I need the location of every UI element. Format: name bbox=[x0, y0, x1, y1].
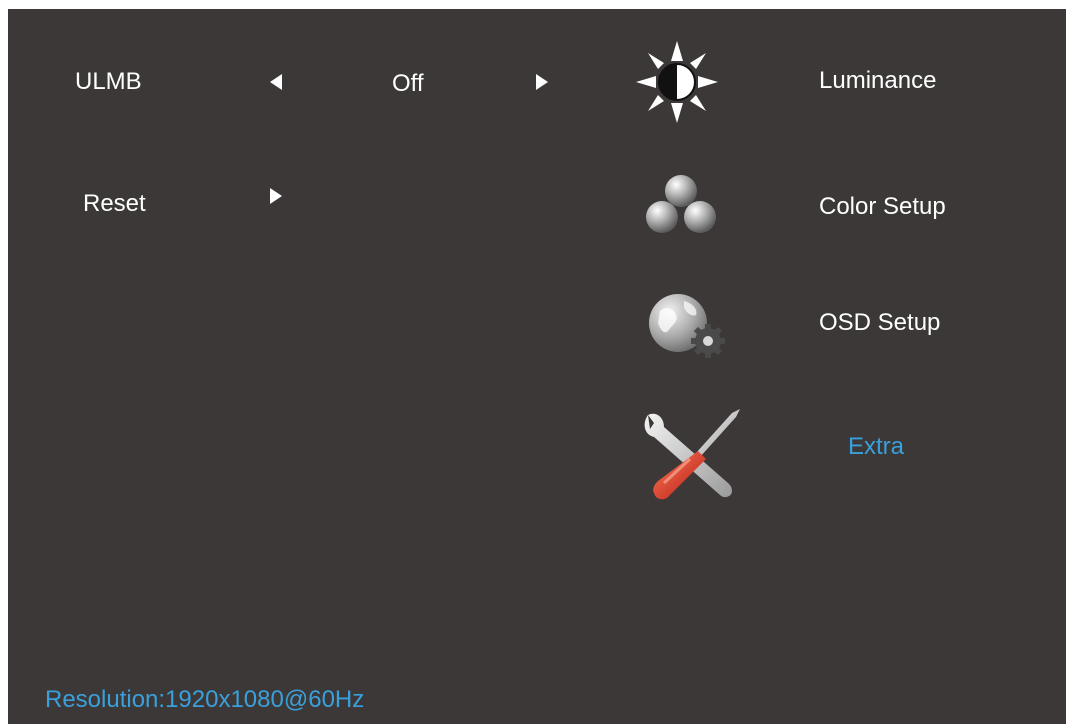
ulmb-increase-arrow-icon[interactable] bbox=[536, 74, 548, 90]
menu-item-color-setup[interactable]: Color Setup bbox=[819, 193, 946, 221]
menu-item-osd-setup[interactable]: OSD Setup bbox=[819, 309, 940, 337]
osd-menu-panel: ULMB Off Reset Luminance Color Setup OSD… bbox=[8, 9, 1066, 724]
ulmb-label: ULMB bbox=[75, 68, 142, 95]
color-spheres-icon[interactable] bbox=[644, 173, 718, 237]
reset-label[interactable]: Reset bbox=[83, 190, 146, 218]
reset-enter-arrow-icon[interactable] bbox=[270, 188, 282, 204]
ulmb-value[interactable]: Off bbox=[392, 70, 424, 98]
resolution-status: Resolution:1920x1080@60Hz bbox=[45, 686, 365, 713]
tools-icon[interactable] bbox=[640, 407, 744, 503]
brightness-icon[interactable] bbox=[634, 39, 720, 125]
globe-gear-icon[interactable] bbox=[646, 291, 732, 363]
ulmb-decrease-arrow-icon[interactable] bbox=[270, 74, 282, 90]
menu-item-extra[interactable]: Extra bbox=[848, 433, 904, 461]
menu-item-luminance[interactable]: Luminance bbox=[819, 67, 936, 95]
